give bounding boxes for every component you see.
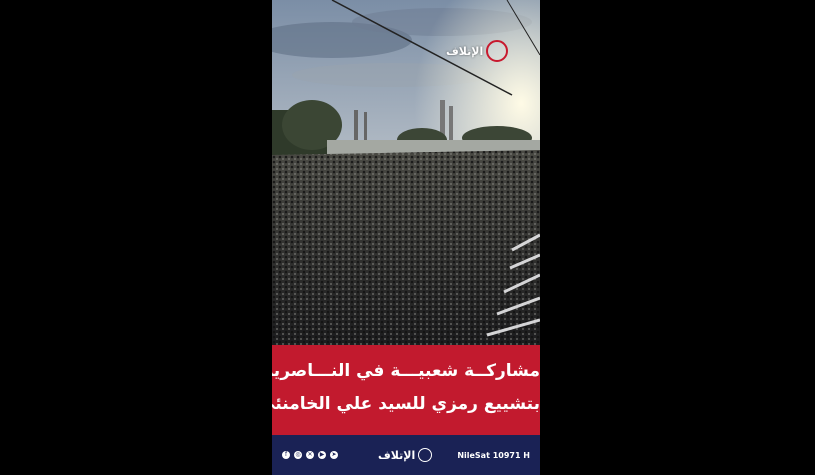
social-icons: f ◎ ✕ ▶ ➤ <box>282 451 338 459</box>
caption-line-2: بتشييع رمزي للسيد علي الخامنئي <box>272 394 540 414</box>
instagram-icon[interactable]: ◎ <box>294 451 302 459</box>
youtube-icon[interactable]: ▶ <box>318 451 326 459</box>
telegram-icon[interactable]: ➤ <box>330 451 338 459</box>
channel-watermark-logo: الإتلاف <box>446 40 509 62</box>
footer-logo-text: الإتلاف <box>378 448 416 462</box>
facebook-icon[interactable]: f <box>282 451 290 459</box>
x-icon[interactable]: ✕ <box>306 451 314 459</box>
watermark-text: الإتلاف <box>446 44 484 58</box>
logo-ring-icon <box>418 448 433 462</box>
satellite-frequency: NileSat 10971 H <box>457 450 530 460</box>
caption-line-1: مشاركــة شعبيـــة في النـــاصرية <box>272 361 540 381</box>
logo-ring-icon <box>486 40 509 62</box>
footer-channel-logo: الإتلاف <box>378 448 433 462</box>
channel-footer-bar: f ◎ ✕ ▶ ➤ الإتلاف NileSat 10971 H <box>272 435 540 475</box>
news-caption-banner: مشاركــة شعبيـــة في النـــاصرية بتشييع … <box>272 345 540 435</box>
video-player[interactable]: مشاركــة شعبيـــة في النـــاصرية بتشييع … <box>272 0 540 475</box>
